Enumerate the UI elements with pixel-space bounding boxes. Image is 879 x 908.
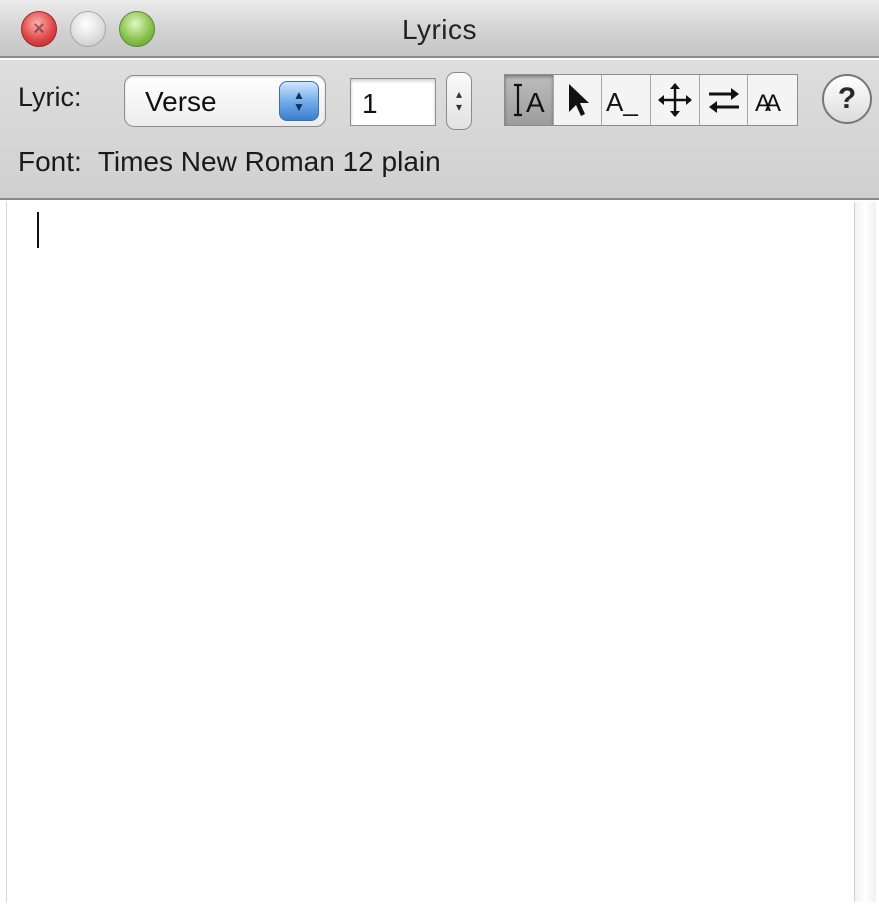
move-arrows-icon [657, 83, 692, 117]
lyrics-window: × Lyrics Lyric: Verse ▲ ▼ 1 ▴ ▾ A A_ AA … [0, 0, 879, 908]
extend-tool[interactable]: A_ [602, 75, 652, 125]
font-label: Font: [18, 146, 82, 177]
lyric-label: Lyric: [18, 82, 82, 112]
select-tool[interactable] [554, 75, 603, 125]
move-tool[interactable] [651, 75, 700, 125]
swap-tool[interactable] [700, 75, 749, 125]
verse-number-stepper[interactable]: ▴ ▾ [446, 72, 472, 130]
lyric-type-value: Verse [145, 86, 217, 117]
svg-text:A: A [526, 87, 545, 118]
help-button[interactable]: ? [822, 74, 872, 124]
verse-number-field[interactable]: 1 [350, 78, 436, 126]
stepper-down-icon[interactable]: ▾ [456, 101, 462, 114]
text-caret [37, 212, 39, 248]
font-info: Font: Times New Roman 12 plain [18, 146, 441, 178]
help-icon: ? [837, 82, 857, 115]
underscore-a-icon: A_ [606, 87, 638, 117]
text-cursor-icon: A [513, 83, 545, 118]
title-bar[interactable]: × Lyrics [0, 0, 879, 58]
select-arrows-icon: ▲ ▼ [279, 81, 319, 121]
svg-text:AA: AA [755, 90, 781, 117]
swap-arrows-icon [708, 88, 739, 113]
verse-number-value: 1 [362, 88, 378, 119]
vertical-scrollbar[interactable] [854, 202, 876, 902]
lyric-tools: A A_ AA [504, 74, 798, 126]
arrow-pointer-icon [568, 84, 589, 116]
font-value: Times New Roman 12 plain [97, 146, 441, 177]
lyric-type-select[interactable]: Verse ▲ ▼ [124, 75, 326, 127]
kerning-tool[interactable]: AA [748, 75, 797, 125]
svg-text:A_: A_ [606, 87, 638, 117]
toolbar: Lyric: Verse ▲ ▼ 1 ▴ ▾ A A_ AA ? Font: T… [0, 60, 879, 200]
kerning-icon: AA [755, 90, 787, 117]
window-title: Lyrics [401, 14, 478, 45]
text-insert-tool[interactable]: A [505, 75, 554, 125]
lyrics-text-area[interactable] [6, 202, 854, 902]
